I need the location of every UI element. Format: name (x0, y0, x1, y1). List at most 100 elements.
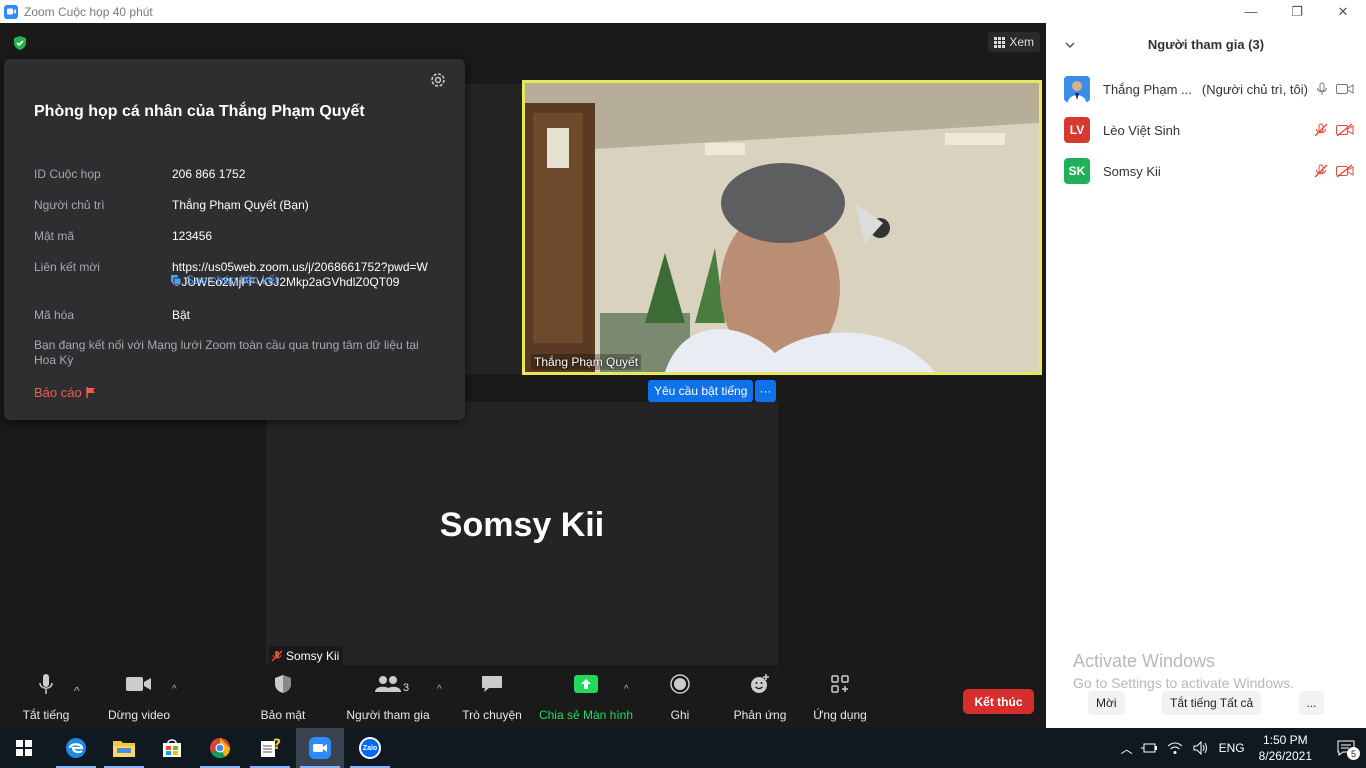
meeting-room-title: Phòng họp cá nhân của Thắng Phạm Quyết (34, 103, 365, 120)
view-button[interactable]: Xem (988, 32, 1040, 52)
participants-panel: Người tham gia (3) Thắng Phạm ... (Người… (1046, 23, 1366, 728)
language-indicator[interactable]: ENG (1219, 741, 1245, 755)
participant-name: Lèo Việt Sinh (1103, 122, 1181, 138)
participants-icon (375, 676, 401, 692)
participant-tile-somsy[interactable]: Somsy Kii Somsy Kii (266, 402, 778, 665)
speaker-name-label: Thắng Phạm Quyết (531, 354, 642, 370)
share-options-caret[interactable]: ^ (624, 684, 629, 695)
invite-button[interactable]: Mời (1088, 691, 1125, 715)
security-shield-icon[interactable] (12, 35, 28, 51)
folder-icon (113, 741, 135, 757)
participant-row[interactable]: Thắng Phạm ... (Người chủ trì, tôi) (1064, 76, 1354, 102)
tile-more-button[interactable]: ··· (755, 380, 776, 402)
participant-display-name: Somsy Kii (439, 506, 605, 544)
copy-link-button[interactable]: Sao chép liên kết (170, 273, 278, 287)
wifi-icon[interactable] (1167, 741, 1183, 755)
camera-feed-image (525, 83, 1039, 372)
window-title: Zoom Cuộc họp 40 phút (24, 4, 153, 19)
share-screen-label: Chia sẻ Màn hình (538, 708, 634, 722)
participant-status (1314, 164, 1354, 178)
video-camera-icon (1336, 84, 1354, 94)
participant-role: (Người chủ trì, tôi) (1201, 81, 1308, 97)
avatar (1064, 76, 1090, 102)
store-taskbar-button[interactable] (148, 728, 196, 768)
tray-chevron-icon[interactable]: ︿ (1121, 740, 1133, 757)
chat-bubble-icon (482, 676, 502, 692)
edge-taskbar-button[interactable] (52, 728, 100, 768)
mute-button[interactable]: Tắt tiếng (18, 670, 74, 728)
reactions-label: Phản ứng (733, 708, 787, 722)
file-explorer-taskbar-button[interactable] (100, 728, 148, 768)
request-unmute-button[interactable]: Yêu cầu bật tiếng (648, 380, 754, 402)
participant-name: Somsy Kii (1103, 163, 1161, 179)
video-off-icon (1336, 164, 1354, 178)
meeting-info-popup: Phòng họp cá nhân của Thắng Phạm Quyết I… (4, 59, 465, 420)
action-center-button[interactable]: 5 (1326, 728, 1366, 768)
passcode-value: 123456 (172, 229, 213, 243)
mute-all-button[interactable]: Tắt tiếng Tất cả (1162, 691, 1262, 715)
audio-options-caret[interactable]: ^ (74, 684, 80, 698)
participant-name-tag: Somsy Kii (269, 646, 344, 665)
encryption-label: Mã hóa (34, 308, 75, 322)
close-button[interactable]: ✕ (1320, 0, 1366, 23)
clock[interactable]: 1:50 PM 8/26/2021 (1259, 732, 1312, 764)
apps-icon (831, 675, 849, 693)
window-titlebar: Zoom Cuộc họp 40 phút — ❐ ✕ (0, 0, 1366, 23)
stop-video-button[interactable]: Dừng video (105, 670, 173, 728)
panel-more-button[interactable]: ... (1299, 691, 1324, 715)
microphone-icon (1317, 82, 1327, 95)
participant-status (1316, 82, 1354, 96)
video-camera-icon (126, 677, 151, 691)
invite-link-label: Liên kết mời (34, 260, 100, 274)
report-link[interactable]: Báo cáo (34, 385, 96, 400)
mute-label: Tắt tiếng (22, 708, 70, 722)
zoom-app-icon (4, 4, 18, 19)
reactions-button[interactable]: Phản ứng (731, 670, 789, 728)
battery-plug-icon[interactable] (1140, 742, 1157, 754)
active-speaker-video[interactable]: Thắng Phạm Quyết (522, 80, 1042, 375)
zoom-taskbar-button[interactable] (296, 728, 344, 768)
meeting-area: Xem Thắng Phạm Quyết Yêu cầu bật tiếng ·… (0, 23, 1046, 728)
record-button[interactable]: Ghi (662, 670, 698, 728)
video-options-caret[interactable]: ^ (172, 684, 177, 695)
notes-taskbar-button[interactable]: ? (246, 728, 294, 768)
participant-status (1314, 123, 1354, 137)
apps-button[interactable]: Ứng dụng (811, 670, 869, 728)
meeting-id-value: 206 866 1752 (172, 167, 246, 181)
speaker-icon[interactable] (1193, 741, 1209, 755)
start-button[interactable] (0, 728, 48, 768)
meeting-id-label: ID Cuộc họp (34, 167, 101, 181)
encryption-value: Bật (172, 308, 191, 322)
end-meeting-button[interactable]: Kết thúc (963, 689, 1034, 714)
chat-button[interactable]: Trò chuyện (461, 670, 523, 728)
participants-button[interactable]: 3 Người tham gia (345, 670, 431, 728)
chrome-taskbar-button[interactable] (196, 728, 244, 768)
participant-row[interactable]: SK Somsy Kii (1064, 158, 1354, 184)
record-icon (670, 674, 690, 694)
host-label: Người chủ trì (34, 198, 105, 212)
copy-link-label: Sao chép liên kết (186, 273, 279, 287)
notes-help-icon: ? (261, 737, 281, 757)
shield-icon (275, 675, 291, 693)
maximize-button[interactable]: ❐ (1274, 0, 1320, 23)
participant-row[interactable]: LV Lèo Việt Sinh (1064, 117, 1354, 143)
panel-header: Người tham gia (3) (1147, 37, 1265, 52)
edge-icon (66, 738, 86, 758)
view-label: Xem (1009, 35, 1034, 49)
minimize-button[interactable]: — (1228, 0, 1274, 23)
microphone-icon (39, 674, 53, 694)
clock-date: 8/26/2021 (1258, 749, 1312, 763)
watermark-title: Activate Windows (1073, 651, 1216, 671)
zalo-label: Zalo (362, 744, 378, 752)
security-button[interactable]: Bảo mật (255, 670, 311, 728)
participant-name-small: Somsy Kii (286, 648, 340, 663)
gear-icon[interactable] (429, 71, 447, 89)
stop-video-label: Dừng video (107, 708, 171, 722)
share-screen-icon (574, 675, 598, 693)
participants-options-caret[interactable]: ^ (437, 684, 442, 695)
avatar: LV (1064, 117, 1090, 143)
panel-actions: Mời Tắt tiếng Tất cả ... (1046, 691, 1366, 715)
share-screen-button[interactable]: Chia sẻ Màn hình (538, 670, 634, 728)
system-tray: ︿ ENG 1:50 PM 8/26/2021 5 (1121, 728, 1366, 768)
zalo-taskbar-button[interactable]: Zalo (346, 728, 394, 768)
